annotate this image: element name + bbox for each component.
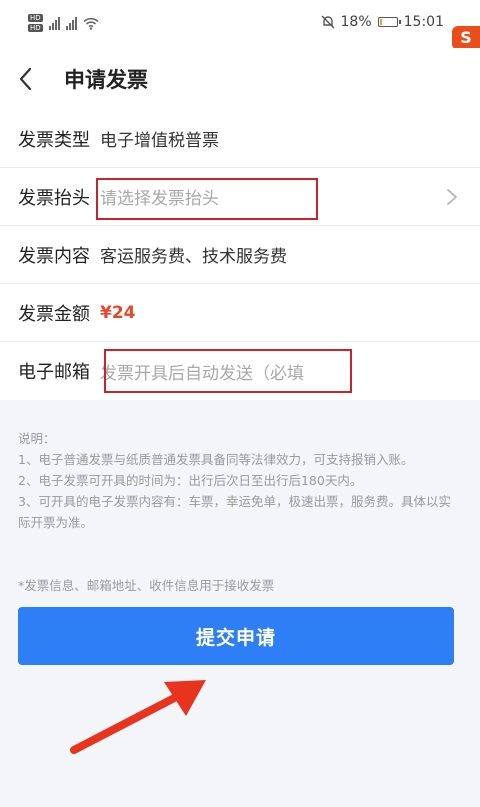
overlay-logo: S [452,26,480,50]
invoice-content-label: 发票内容 [18,245,90,267]
invoice-header-select[interactable]: 请选择发票抬头 [100,184,219,209]
status-left: HD HD [28,14,99,32]
invoice-amount-row: 发票金额 ¥24 [0,284,480,342]
instructions-title: 说明： [18,431,56,446]
invoice-header-row[interactable]: 发票抬头 请选择发票抬头 [0,168,480,226]
email-input[interactable]: 发票开具后自动发送（必填 [100,359,304,384]
invoice-amount-label: 发票金额 [18,303,90,325]
email-label: 电子邮箱 [18,362,90,383]
battery-level [379,19,383,25]
hd-badges: HD HD [28,14,43,32]
status-bar: HD HD 18% 15:01 [0,0,480,48]
invoice-amount-value: ¥24 [100,302,136,323]
chevron-right-icon [447,189,457,205]
invoice-header-label: 发票抬头 [18,187,90,209]
invoice-type-row: 发票类型 电子增值税普票 [0,110,480,168]
invoice-form: 发票类型 电子增值税普票 发票抬头 请选择发票抬头 发票内容 客运服务费、技术服… [0,110,480,400]
status-right: 18% 15:01 [321,14,444,30]
nav-bar: 申请发票 [0,48,480,110]
privacy-tip: *发票信息、邮箱地址、收件信息用于接收发票 [18,578,275,593]
email-row: 电子邮箱 发票开具后自动发送（必填 [0,342,480,400]
battery-icon [377,17,401,27]
invoice-type-value: 电子增值税普票 [100,131,219,151]
mute-icon [321,15,335,29]
invoice-content-value: 客运服务费、技术服务费 [100,247,287,267]
instructions-line: 2、电子发票可开具的时间为：出行后次日至出行后180天内。 [18,473,363,488]
invoice-content-row: 发票内容 客运服务费、技术服务费 [0,226,480,284]
instructions-line: 1、电子普通发票与纸质普通发票具备同等法律效力，可支持报销入账。 [18,452,414,467]
wifi-icon [83,17,99,30]
signal-icon [65,16,77,30]
page-title: 申请发票 [64,68,148,92]
clock: 15:01 [403,14,444,30]
invoice-type-label: 发票类型 [18,129,90,151]
instructions: 说明： 1、电子普通发票与纸质普通发票具备同等法律效力，可支持报销入账。 2、电… [18,428,458,533]
instructions-line: 3、可开具的电子发票内容有：车票，幸运免单，极速出票，服务费。具体以实际开票为准… [18,494,451,530]
back-chevron-icon[interactable] [14,64,38,94]
submit-button[interactable]: 提交申请 [18,607,454,665]
hd-badge: HD [28,24,43,32]
arrow-annotation-icon [70,680,206,754]
signal-icon [48,16,60,30]
hd-badge: HD [28,14,43,22]
battery-percent: 18% [340,14,372,30]
